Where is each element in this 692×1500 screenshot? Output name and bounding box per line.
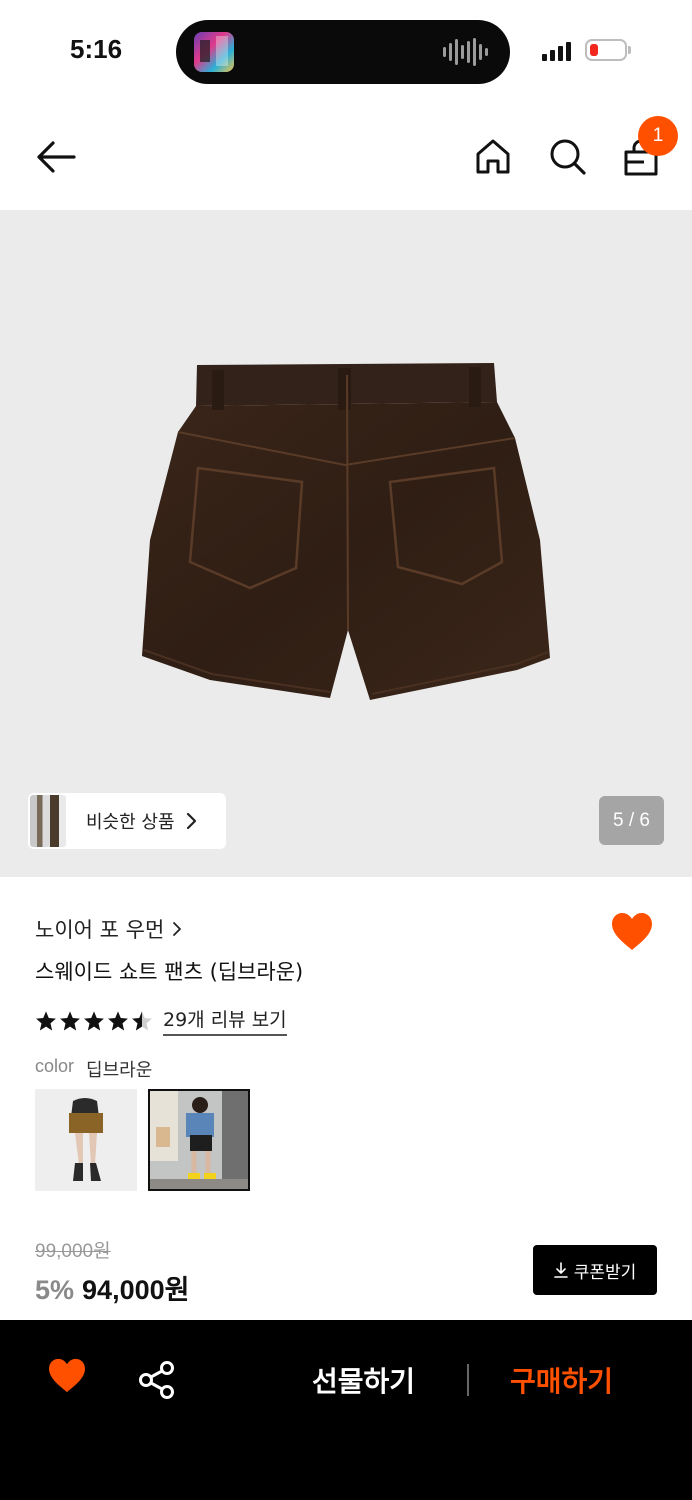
dynamic-island [176, 20, 510, 84]
buy-button[interactable]: 구매하기 [510, 1360, 613, 1400]
selected-color-value: 딥브라운 [86, 1060, 153, 1081]
brand-name: 노이어 포 우먼 [35, 918, 165, 942]
get-coupon-button[interactable]: 쿠폰받기 [533, 1245, 657, 1295]
discount-rate: 5% [35, 1275, 75, 1305]
color-swatch-photo-1[interactable] [35, 1089, 137, 1191]
color-option-row: color 딥브라운 [35, 1056, 152, 1082]
chevron-right-icon [173, 922, 182, 936]
home-icon[interactable] [473, 136, 513, 176]
download-icon [553, 1262, 568, 1278]
star-half-icon [132, 1010, 152, 1030]
wishlist-heart-icon[interactable] [610, 912, 654, 952]
view-reviews-link[interactable]: 29개 리뷰 보기 [163, 1005, 287, 1036]
original-price: 99,000원 [35, 1241, 111, 1262]
status-time: 5:16 [70, 34, 123, 64]
cellular-signal-icon [542, 41, 571, 61]
star-full-icon [84, 1010, 104, 1030]
product-image-carousel[interactable]: 비슷한 상품 5 / 6 [0, 210, 692, 877]
color-swatch-photo-2[interactable] [148, 1089, 250, 1191]
back-arrow-icon[interactable] [34, 138, 78, 176]
sale-price: 94,000원 [82, 1275, 190, 1305]
similar-products-button[interactable]: 비슷한 상품 [28, 793, 226, 849]
share-icon[interactable] [138, 1360, 176, 1400]
battery-icon [585, 39, 627, 61]
top-nav-bar [0, 100, 692, 210]
audio-waveform-icon [443, 38, 488, 66]
bottom-action-bar: 선물하기 구매하기 [0, 1320, 692, 1500]
star-full-icon [60, 1010, 80, 1030]
color-label: color [35, 1056, 75, 1076]
similar-products-label: 비슷한 상품 [86, 812, 175, 833]
price-row: 5% 94,000원 [35, 1268, 189, 1307]
image-page-counter: 5 / 6 [599, 796, 664, 845]
rating-row: 29개 리뷰 보기 [35, 1005, 287, 1036]
status-bar: 5:16 [0, 0, 692, 100]
similar-products-thumbnail [30, 795, 66, 847]
product-photo-shorts [142, 363, 550, 700]
now-playing-artwork [194, 32, 234, 72]
cart-count-badge: 1 [638, 116, 678, 156]
star-rating [35, 1010, 153, 1032]
star-full-icon [36, 1010, 56, 1030]
action-divider [467, 1364, 469, 1396]
brand-link[interactable]: 노이어 포 우먼 [35, 914, 182, 944]
chevron-right-icon [186, 812, 196, 830]
star-full-icon [108, 1010, 128, 1030]
gift-button[interactable]: 선물하기 [312, 1360, 415, 1400]
wishlist-heart-icon[interactable] [47, 1358, 87, 1394]
search-icon[interactable] [547, 136, 587, 176]
coupon-label: 쿠폰받기 [573, 1262, 637, 1283]
battery-cap [628, 46, 631, 54]
product-title: 스웨이드 쇼트 팬츠 (딥브라운) [35, 960, 304, 984]
